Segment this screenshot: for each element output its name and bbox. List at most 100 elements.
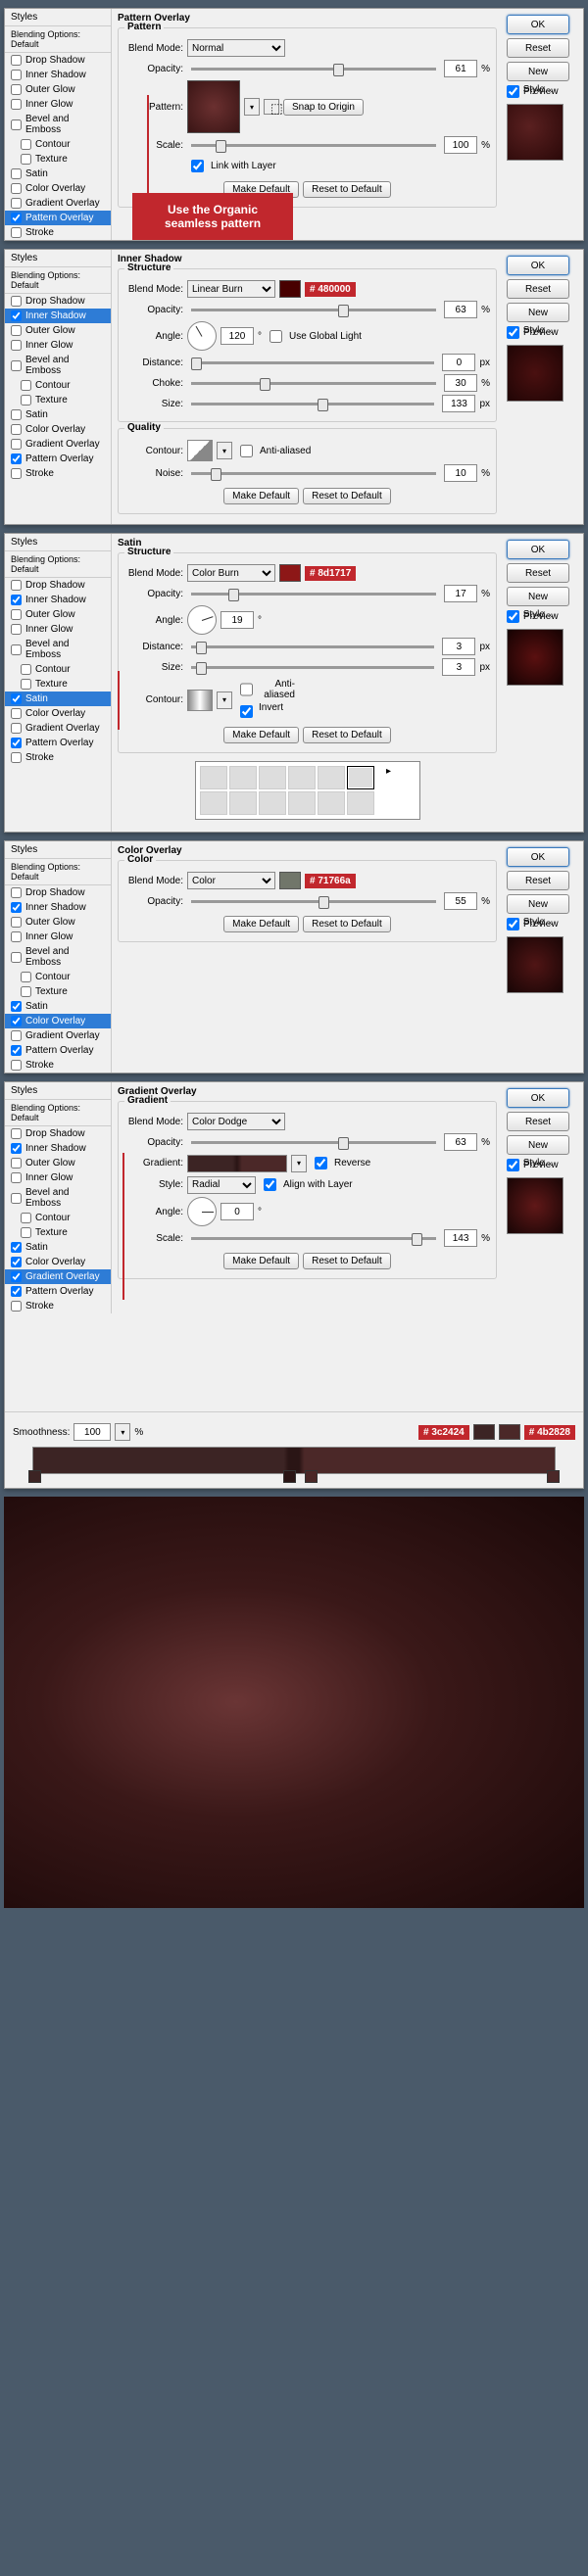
reset-default-button[interactable]: Reset to Default [303, 488, 391, 504]
contour-option[interactable] [259, 766, 286, 789]
contour-option[interactable] [318, 791, 345, 815]
style-inner-shadow[interactable]: Inner Shadow [5, 68, 111, 82]
opacity-input[interactable] [444, 60, 477, 77]
checkbox[interactable] [11, 119, 22, 130]
style-texture[interactable]: Texture [5, 152, 111, 167]
ok-button[interactable]: OK [507, 1088, 569, 1108]
contour-dropdown-icon[interactable]: ▾ [217, 442, 232, 459]
reset-default-button[interactable]: Reset to Default [303, 727, 391, 743]
noise-slider[interactable] [191, 472, 436, 475]
angle-dial[interactable] [187, 1197, 217, 1226]
scale-slider[interactable] [191, 144, 436, 147]
gradient-stop[interactable] [305, 1470, 318, 1483]
contour-option[interactable] [229, 766, 257, 789]
reset-button[interactable]: Reset [507, 563, 569, 583]
antialias-checkbox[interactable] [240, 682, 253, 697]
global-light-checkbox[interactable] [270, 330, 282, 343]
style-color-overlay[interactable]: Color Overlay [5, 1014, 111, 1028]
style-drop-shadow[interactable]: Drop Shadow [5, 53, 111, 68]
checkbox[interactable] [11, 55, 22, 66]
checkbox[interactable] [11, 183, 22, 194]
opacity-input[interactable] [444, 892, 477, 910]
reset-button[interactable]: Reset [507, 1112, 569, 1131]
align-layer-checkbox[interactable] [264, 1178, 276, 1191]
preview-checkbox[interactable] [507, 918, 519, 930]
opacity-slider[interactable] [191, 593, 436, 596]
contour-option[interactable] [200, 766, 227, 789]
style-contour[interactable]: Contour [5, 137, 111, 152]
gradient-dropdown-icon[interactable]: ▾ [291, 1155, 307, 1172]
ok-button[interactable]: OK [507, 15, 569, 34]
invert-checkbox[interactable] [240, 705, 253, 718]
size-input[interactable] [442, 658, 475, 676]
opacity-slider[interactable] [191, 900, 436, 903]
distance-input[interactable] [442, 354, 475, 371]
size-input[interactable] [442, 395, 475, 412]
style-outer-glow[interactable]: Outer Glow [5, 82, 111, 97]
checkbox[interactable] [21, 139, 31, 150]
style-satin[interactable]: Satin [5, 167, 111, 181]
link-with-layer-checkbox[interactable] [191, 160, 204, 172]
opacity-slider[interactable] [191, 1141, 436, 1144]
color-swatch[interactable] [279, 564, 301, 582]
reset-default-button[interactable]: Reset to Default [303, 1253, 391, 1269]
contour-option-selected[interactable] [347, 766, 374, 789]
opacity-input[interactable] [444, 1133, 477, 1151]
reset-default-button[interactable]: Reset to Default [303, 916, 391, 932]
pattern-dropdown-icon[interactable]: ▾ [244, 98, 260, 116]
blend-mode-select[interactable]: Linear Burn [187, 280, 275, 298]
style-color-overlay[interactable]: Color Overlay [5, 181, 111, 196]
style-stroke[interactable]: Stroke [5, 225, 111, 240]
contour-option[interactable] [347, 791, 374, 815]
new-style-button[interactable]: New Style... [507, 894, 569, 914]
blend-mode-select[interactable]: Color [187, 872, 275, 889]
contour-option[interactable] [259, 791, 286, 815]
new-style-button[interactable]: New Style... [507, 587, 569, 606]
make-default-button[interactable]: Make Default [223, 1253, 299, 1269]
blending-options-default[interactable]: Blending Options: Default [5, 26, 111, 53]
reset-button[interactable]: Reset [507, 871, 569, 890]
distance-slider[interactable] [191, 361, 434, 364]
angle-input[interactable] [220, 1203, 254, 1220]
checkbox[interactable] [21, 154, 31, 165]
opacity-slider[interactable] [191, 68, 436, 71]
angle-input[interactable] [220, 327, 254, 345]
contour-option[interactable] [288, 766, 316, 789]
blend-mode-select[interactable]: Color Dodge [187, 1113, 285, 1130]
distance-slider[interactable] [191, 645, 434, 648]
gradient-stop[interactable] [283, 1470, 296, 1483]
preview-checkbox[interactable] [507, 326, 519, 339]
style-satin[interactable]: Satin [5, 692, 111, 706]
contour-dropdown-icon[interactable]: ▾ [217, 692, 232, 709]
make-default-button[interactable]: Make Default [223, 916, 299, 932]
checkbox[interactable] [11, 213, 22, 223]
contour-popup[interactable]: ▸ [195, 761, 420, 820]
blend-mode-select[interactable]: Normal [187, 39, 285, 57]
style-select[interactable]: Radial [187, 1176, 256, 1194]
noise-input[interactable] [444, 464, 477, 482]
reset-default-button[interactable]: Reset to Default [303, 181, 391, 198]
gradient-stop[interactable] [547, 1470, 560, 1483]
contour-option[interactable] [229, 791, 257, 815]
checkbox[interactable] [11, 70, 22, 80]
reverse-checkbox[interactable] [315, 1157, 327, 1169]
style-inner-glow[interactable]: Inner Glow [5, 97, 111, 112]
choke-slider[interactable] [191, 382, 436, 385]
ok-button[interactable]: OK [507, 256, 569, 275]
scale-slider[interactable] [191, 1237, 436, 1240]
snap-icon-button[interactable]: ⬚ [264, 99, 279, 115]
contour-menu-icon[interactable]: ▸ [376, 766, 402, 787]
scale-input[interactable] [444, 136, 477, 154]
pattern-swatch[interactable] [187, 80, 240, 133]
color-swatch[interactable] [279, 872, 301, 889]
style-inner-shadow[interactable]: Inner Shadow [5, 309, 111, 323]
make-default-button[interactable]: Make Default [223, 727, 299, 743]
distance-input[interactable] [442, 638, 475, 655]
snap-to-origin-button[interactable]: Snap to Origin [283, 99, 364, 116]
choke-input[interactable] [444, 374, 477, 392]
blend-mode-select[interactable]: Color Burn [187, 564, 275, 582]
opacity-slider[interactable] [191, 309, 436, 311]
ok-button[interactable]: OK [507, 540, 569, 559]
checkbox[interactable] [11, 198, 22, 209]
angle-dial[interactable] [187, 321, 217, 351]
